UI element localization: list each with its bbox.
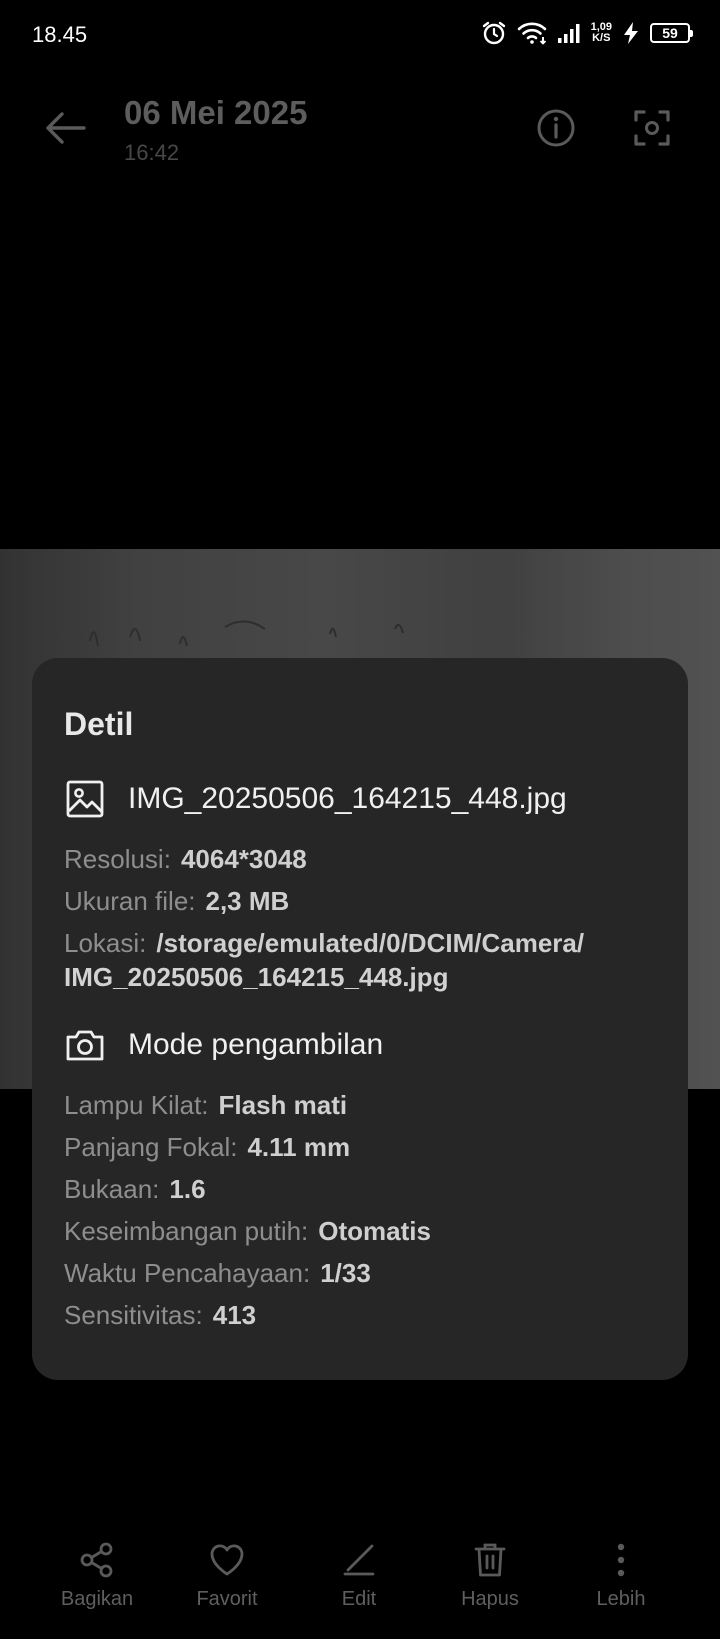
resolution-row: Resolusi: 4064*3048 xyxy=(64,842,307,876)
bottom-action-bar: Bagikan Favorit Edit Hapus Lebih xyxy=(0,1530,720,1630)
network-speed: 1,09 K/S xyxy=(591,22,612,44)
more-button[interactable]: Lebih xyxy=(561,1530,681,1611)
page-subtitle-time: 16:42 xyxy=(124,140,180,165)
battery-level: 59 xyxy=(662,25,678,41)
aperture-label: Bukaan: xyxy=(64,1174,160,1204)
capture-section-title: Mode pengambilan xyxy=(128,1028,384,1061)
status-time: 18.45 xyxy=(32,22,88,47)
dialog-title: Detil xyxy=(64,706,134,742)
share-label: Bagikan xyxy=(60,1588,134,1610)
iso-label: Sensitivitas: xyxy=(64,1300,203,1330)
signal-icon xyxy=(557,22,581,44)
flash-value: Flash mati xyxy=(218,1090,348,1120)
white-balance-value: Otomatis xyxy=(318,1216,431,1246)
share-icon xyxy=(80,1542,113,1578)
trash-icon xyxy=(474,1543,506,1577)
battery-icon: 59 xyxy=(650,23,693,43)
location-label: Lokasi: xyxy=(64,928,147,958)
charging-icon xyxy=(622,21,640,45)
info-icon xyxy=(537,109,575,147)
more-vertical-icon xyxy=(617,1543,625,1577)
share-button[interactable]: Bagikan xyxy=(37,1530,157,1611)
app-bar: 06 Mei 2025 16:42 xyxy=(0,72,720,182)
status-bar: 18.45 1,09 K/S 59 xyxy=(0,0,720,72)
info-button[interactable] xyxy=(532,104,580,152)
capture-section-header: Mode pengambilan xyxy=(64,1024,383,1066)
aperture-value: 1.6 xyxy=(169,1174,206,1204)
camera-icon xyxy=(66,1030,104,1061)
alarm-icon xyxy=(481,20,507,46)
more-label: Lebih xyxy=(596,1588,646,1610)
iso-row: Sensitivitas: 413 xyxy=(64,1298,256,1332)
lens-icon xyxy=(634,110,670,146)
flash-label: Lampu Kilat: xyxy=(64,1090,209,1120)
flash-row: Lampu Kilat: Flash mati xyxy=(64,1088,347,1122)
aperture-row: Bukaan: 1.6 xyxy=(64,1172,206,1206)
status-icons: 1,09 K/S 59 xyxy=(481,20,693,46)
focal-length-row: Panjang Fokal: 4.11 mm xyxy=(64,1130,350,1164)
edit-button[interactable]: Edit xyxy=(299,1530,419,1611)
resolution-value: 4064*3048 xyxy=(180,844,307,874)
file-size-label: Ukuran file: xyxy=(64,886,196,916)
iso-value: 413 xyxy=(212,1300,257,1330)
focal-length-label: Panjang Fokal: xyxy=(64,1132,238,1162)
delete-label: Hapus xyxy=(461,1588,519,1610)
file-size-value: 2,3 MB xyxy=(205,886,290,916)
back-arrow-icon xyxy=(46,112,86,144)
wifi-icon xyxy=(517,21,547,45)
file-name: IMG_20250506_164215_448.jpg xyxy=(128,782,567,815)
image-icon xyxy=(66,780,104,818)
exposure-row: Waktu Pencahayaan: 1/33 xyxy=(64,1256,371,1290)
file-section-header: IMG_20250506_164215_448.jpg xyxy=(64,778,567,820)
heart-icon xyxy=(210,1544,244,1576)
location-row[interactable]: Lokasi:/storage/emulated/0/DCIM/Camera/ … xyxy=(64,926,664,994)
lens-button[interactable] xyxy=(628,104,676,152)
location-value-line2: IMG_20250506_164215_448.jpg xyxy=(64,962,449,992)
delete-button[interactable]: Hapus xyxy=(430,1530,550,1611)
exposure-label: Waktu Pencahayaan: xyxy=(64,1258,311,1288)
focal-length-value: 4.11 mm xyxy=(247,1132,351,1162)
favorite-button[interactable]: Favorit xyxy=(167,1530,287,1611)
page-title: 06 Mei 2025 xyxy=(124,94,308,131)
edit-icon xyxy=(343,1544,375,1576)
back-button[interactable] xyxy=(40,102,92,154)
details-dialog: Detil IMG_20250506_164215_448.jpg Resolu… xyxy=(32,658,688,1380)
edit-label: Edit xyxy=(341,1588,377,1610)
file-size-row: Ukuran file: 2,3 MB xyxy=(64,884,289,918)
speed-unit: K/S xyxy=(592,32,611,44)
white-balance-row: Keseimbangan putih: Otomatis xyxy=(64,1214,431,1248)
favorite-label: Favorit xyxy=(196,1588,258,1610)
exposure-value: 1/33 xyxy=(320,1258,371,1288)
white-balance-label: Keseimbangan putih: xyxy=(64,1216,309,1246)
resolution-label: Resolusi: xyxy=(64,844,171,874)
location-value-line1: /storage/emulated/0/DCIM/Camera/ xyxy=(156,928,585,958)
